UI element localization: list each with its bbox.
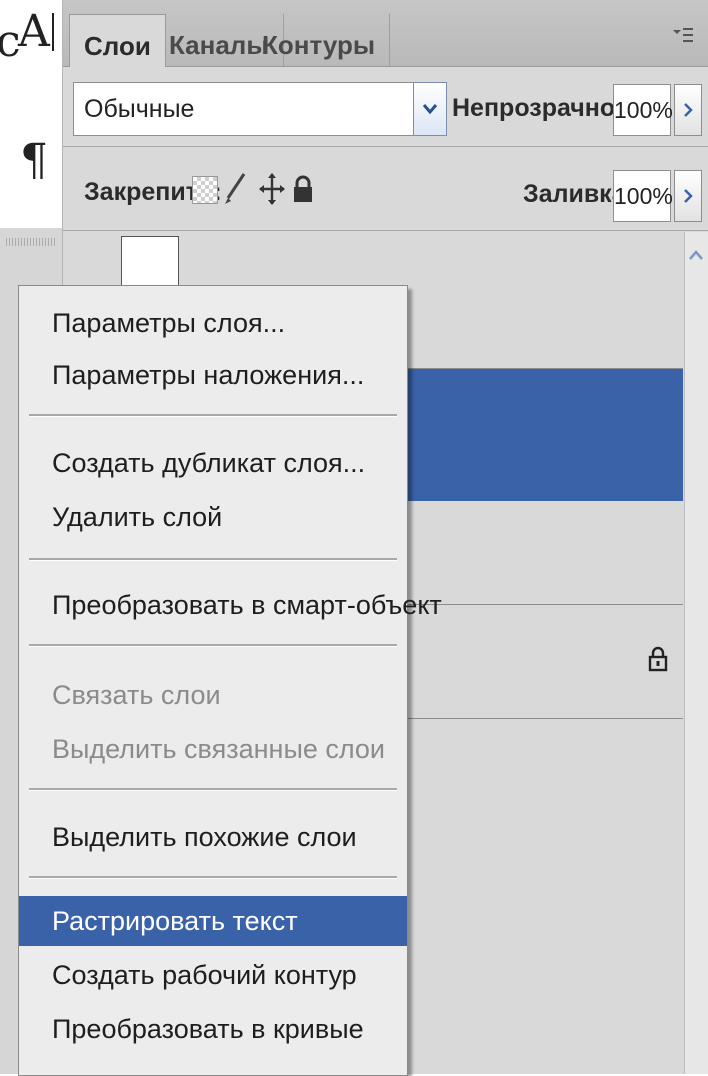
menu-item-link-layers: Связать слои: [52, 680, 221, 710]
menu-item-duplicate-layer[interactable]: Создать дубликат слоя...: [19, 438, 407, 488]
menu-item-delete-layer[interactable]: Удалить слой: [19, 492, 407, 542]
paragraph-panel-icon[interactable]: ¶: [20, 135, 48, 186]
lock-image-pixels-icon[interactable]: [222, 172, 248, 211]
blend-mode-value: Обычные: [84, 95, 195, 123]
menu-separator: [29, 414, 397, 417]
chevron-down-icon[interactable]: [413, 82, 447, 136]
menu-item-blending-options[interactable]: Параметры наложения...: [19, 350, 407, 400]
scroll-up-icon[interactable]: [685, 243, 707, 267]
menu-separator: [29, 644, 397, 647]
lock-position-icon[interactable]: [258, 172, 286, 211]
layer-thumbnail[interactable]: [121, 236, 179, 288]
character-panel-icon[interactable]: A: [18, 6, 54, 57]
lock-all-icon[interactable]: [292, 174, 314, 209]
fill-slider-button[interactable]: [674, 170, 702, 222]
menu-separator: [29, 558, 397, 561]
tab-layers[interactable]: Слои: [69, 14, 166, 67]
menu-item-select-similar-layers[interactable]: Выделить похожие слои: [19, 812, 407, 862]
panel-menu-icon[interactable]: [672, 24, 694, 50]
menu-item-select-linked-layers: Выделить связанные слои: [52, 734, 386, 764]
opacity-input[interactable]: 100%: [613, 84, 673, 136]
tab-paths[interactable]: Контуры: [248, 14, 391, 66]
menu-item-convert-smart-object[interactable]: Преобразовать в смарт-объект: [19, 580, 442, 630]
blend-mode-select[interactable]: Обычные: [73, 82, 447, 136]
menu-separator: [29, 876, 397, 879]
menu-item-create-work-path[interactable]: Создать рабочий контур: [19, 950, 407, 1000]
row-divider: [63, 146, 708, 147]
fill-input[interactable]: 100%: [613, 170, 673, 222]
layer-list-scrollbar[interactable]: [684, 232, 708, 1074]
menu-item-layer-properties[interactable]: Параметры слоя...: [19, 298, 407, 348]
menu-item-convert-to-shape[interactable]: Преобразовать в кривые: [19, 1004, 407, 1054]
layer-context-menu: Параметры слоя... Параметры наложения...…: [18, 285, 442, 1076]
row-divider: [63, 230, 708, 231]
menu-separator: [29, 788, 397, 791]
menu-item-rasterize-type[interactable]: Растрировать текст: [19, 896, 407, 946]
lock-transparent-pixels-icon[interactable]: [192, 176, 218, 204]
tools-strip-grip[interactable]: [6, 238, 56, 246]
layer-lock-icon: [648, 646, 668, 677]
opacity-slider-button[interactable]: [674, 84, 702, 136]
panel-tab-bar: Слои Каналы Контуры: [63, 0, 708, 67]
